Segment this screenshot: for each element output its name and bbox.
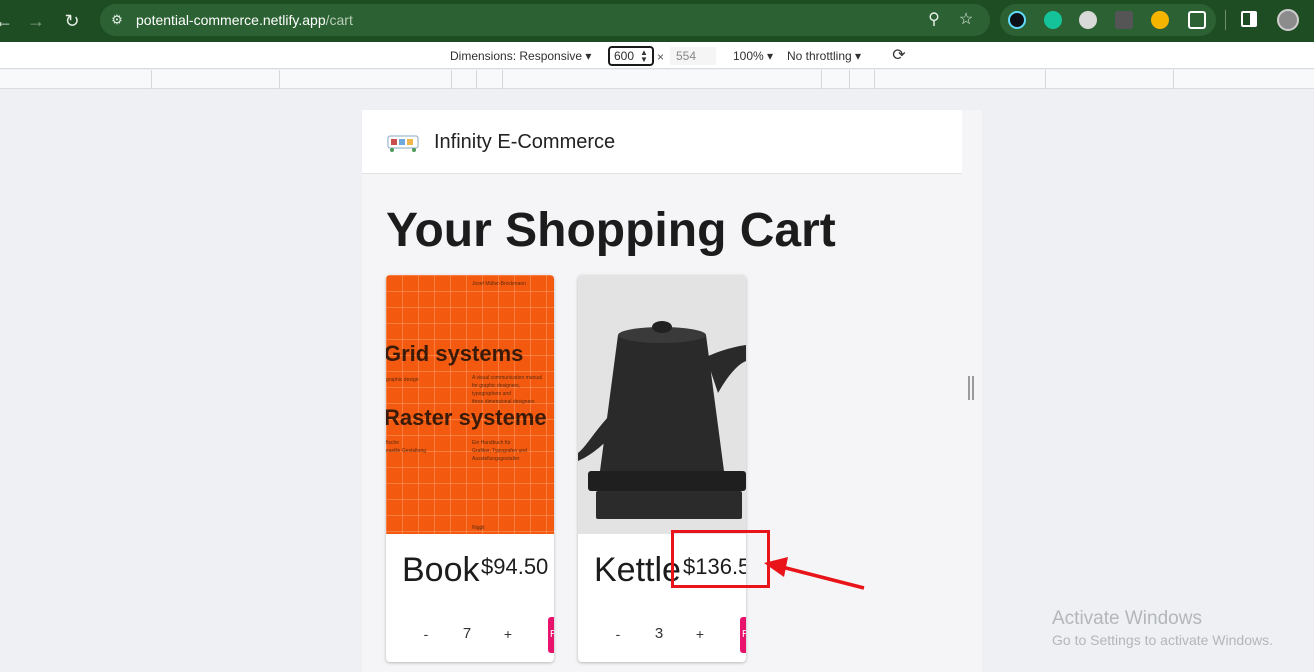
ruler-tick [279,70,280,89]
height-input[interactable]: 554 [670,47,716,65]
product-price: $94.50 [481,554,549,579]
increment-button[interactable]: + [688,624,712,644]
dimensions-dropdown[interactable]: Dimensions: Responsive ▾ [450,49,591,63]
back-icon[interactable]: ← [0,9,16,33]
ruler-tick [451,70,452,89]
annotation-arrow-icon [764,557,865,590]
url-text[interactable]: potential-commerce.netlify.app/cart [136,12,353,28]
throttling-dropdown[interactable]: No throttling ▾ [787,49,861,63]
quantity-value: 3 [654,625,664,642]
spinner-icon[interactable]: ▲ ▼ [638,49,650,64]
ruler-tick [874,70,875,89]
extensions-group [1000,4,1216,36]
forward-icon[interactable]: → [24,9,48,33]
quantity-value: 7 [462,625,472,642]
browser-toolbar: ← → ↻ ⚙ potential-commerce.netlify.app/c… [0,0,1314,42]
page-title: Your Shopping Cart [386,204,836,257]
grammarly-icon[interactable] [1044,11,1062,29]
ruler-tick [1045,70,1046,89]
cart-item-card: Kettle $136.5 - 3 + R [578,275,746,662]
increment-button[interactable]: + [496,624,520,644]
decrement-button[interactable]: - [606,624,630,644]
toolbar-divider [1225,10,1226,30]
ruler-tick [849,70,850,89]
extension-badge-icon[interactable] [1151,11,1169,29]
ruler-tick [476,70,477,89]
product-name: Kettle [594,551,681,589]
device-toolbar: Dimensions: Responsive ▾ 600 ▲ ▼ × 554 100… [0,42,1314,69]
remove-button[interactable]: R [548,617,554,653]
activate-windows-title: Activate Windows [1052,608,1202,629]
product-image-book: Josef Müller-Brockmann Grid systems grap… [386,275,554,534]
app-header: Infinity E-Commerce [362,110,962,174]
ruler-tick [1173,70,1174,89]
cover-title-german: Raster systeme [386,405,547,430]
address-bar[interactable]: ⚙ potential-commerce.netlify.app/cart ⚲ … [100,4,990,36]
remove-button[interactable]: R [740,617,746,653]
bookmark-star-icon[interactable]: ☆ [956,10,976,30]
camera-extension-icon[interactable] [1115,11,1133,29]
ruler-tick [151,70,152,89]
viewport-resize-handle[interactable] [968,376,974,400]
width-input[interactable]: 600 ▲ ▼ [608,46,654,66]
profile-avatar[interactable] [1277,9,1299,31]
zoom-icon[interactable]: ⚲ [924,10,944,30]
cart-item-card: Josef Müller-Brockmann Grid systems grap… [386,275,554,662]
brand-name[interactable]: Infinity E-Commerce [434,131,615,154]
annotation-highlight-box [671,530,770,588]
product-image-kettle [578,275,746,534]
activate-windows-subtitle: Go to Settings to activate Windows. [1052,632,1273,648]
globe-extension-icon[interactable] [1079,11,1097,29]
cover-title: Grid systems [386,341,524,366]
ruler-tick [502,70,503,89]
rotate-icon[interactable]: ⟳ [889,46,909,66]
store-logo[interactable] [386,130,422,154]
decrement-button[interactable]: - [414,624,438,644]
site-settings-icon[interactable]: ⚙ [108,11,126,29]
zoom-dropdown[interactable]: 100% ▾ [733,49,773,63]
ruler-tick [821,70,822,89]
product-name: Book [402,551,480,589]
extensions-puzzle-icon[interactable] [1188,11,1206,29]
react-devtools-icon[interactable] [1008,11,1026,29]
reload-icon[interactable]: ↻ [60,9,84,33]
side-panel-icon[interactable] [1241,11,1257,27]
media-query-ruler [0,70,1314,89]
dimension-separator: × [657,50,665,64]
